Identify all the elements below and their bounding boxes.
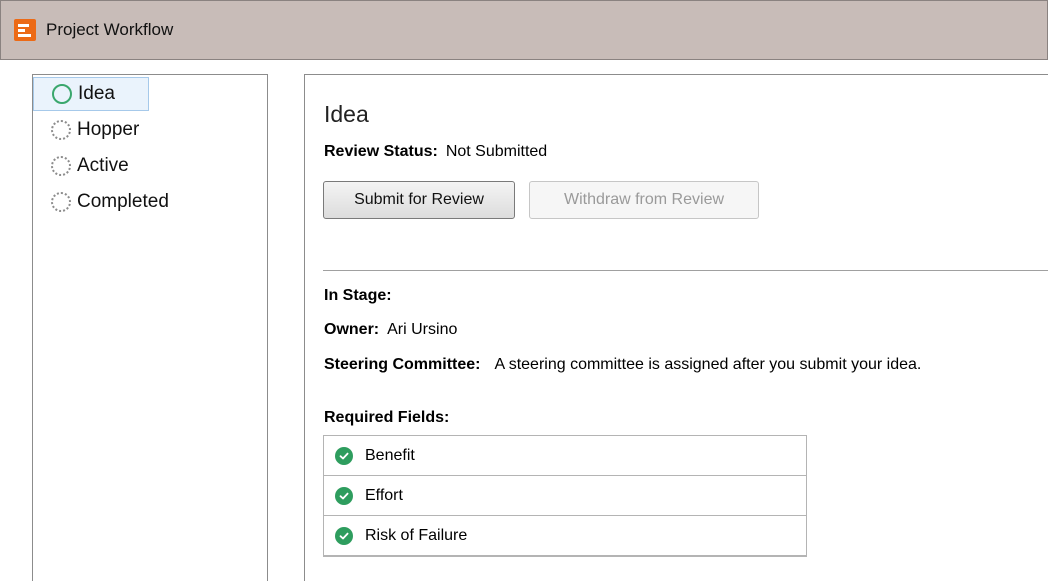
- check-circle-icon: [335, 446, 353, 465]
- steering-committee-label: Steering Committee:: [324, 356, 481, 373]
- submit-for-review-button[interactable]: Submit for Review: [323, 181, 515, 219]
- stage-pending-icon: [51, 156, 71, 176]
- check-circle-icon: [335, 486, 353, 505]
- stage-pending-icon: [51, 192, 71, 212]
- required-fields-label: Required Fields:: [324, 409, 450, 426]
- owner-row: Owner: Ari Ursino: [324, 321, 457, 339]
- required-field-label: Benefit: [365, 446, 415, 464]
- owner-label: Owner:: [324, 321, 380, 338]
- required-field-row[interactable]: Effort: [324, 476, 806, 516]
- required-field-label: Effort: [365, 486, 403, 504]
- stage-label: Active: [77, 155, 129, 176]
- owner-value: Ari Ursino: [387, 321, 458, 338]
- review-status-row: Review Status: Not Submitted: [324, 143, 547, 161]
- stage-label: Completed: [77, 191, 169, 212]
- steering-committee-row: Steering Committee: A steering committee …: [324, 356, 921, 374]
- stage-item-completed[interactable]: Completed: [33, 185, 169, 219]
- stage-detail-panel: Idea Review Status: Not Submitted Submit …: [304, 74, 1048, 581]
- stage-label: Hopper: [77, 119, 140, 140]
- required-field-row[interactable]: Risk of Failure: [324, 516, 806, 556]
- in-stage-label: In Stage:: [324, 287, 392, 304]
- section-divider: [323, 270, 1048, 271]
- stage-current-icon: [52, 84, 72, 104]
- stage-item-active[interactable]: Active: [33, 149, 129, 183]
- required-field-label: Risk of Failure: [365, 526, 468, 544]
- steering-committee-value: A steering committee is assigned after y…: [494, 356, 922, 373]
- withdraw-from-review-button[interactable]: Withdraw from Review: [529, 181, 759, 219]
- required-field-row[interactable]: Benefit: [324, 436, 806, 476]
- title-bar: Project Workflow: [0, 0, 1048, 60]
- stage-item-hopper[interactable]: Hopper: [33, 113, 139, 147]
- review-status-label: Review Status:: [324, 143, 438, 160]
- stage-item-idea[interactable]: Idea: [33, 77, 149, 111]
- stage-pending-icon: [51, 120, 71, 140]
- stage-list-panel: Idea Hopper Active Completed: [32, 74, 268, 581]
- required-fields-table: Benefit Effort Risk of Failure: [323, 435, 807, 557]
- stage-label: Idea: [78, 83, 115, 104]
- window-title: Project Workflow: [46, 20, 174, 39]
- check-circle-icon: [335, 526, 353, 545]
- review-status-value: Not Submitted: [445, 143, 548, 160]
- workflow-icon: [14, 19, 36, 41]
- stage-title: Idea: [324, 101, 369, 127]
